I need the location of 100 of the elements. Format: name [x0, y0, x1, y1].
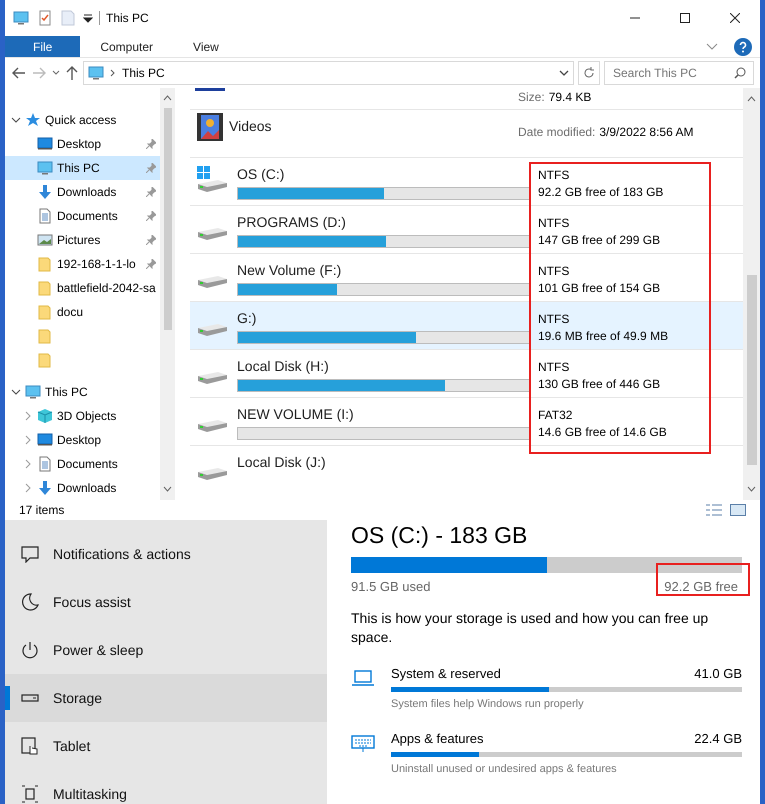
help-icon[interactable] [734, 38, 752, 56]
folder-icon [37, 304, 53, 320]
collapse-icon[interactable] [11, 387, 21, 397]
category-name[interactable]: System & reserved [391, 664, 501, 684]
free-space: 147 GB free of 299 GB [538, 232, 662, 250]
chevron-icon [110, 69, 116, 77]
large-icons-view-icon[interactable] [730, 504, 746, 516]
drive-icon [196, 371, 228, 385]
drive-icon [196, 323, 228, 337]
nav-item[interactable]: 192-168-1-1-lo [5, 252, 160, 276]
folder-icon [37, 256, 53, 272]
drive-name: NEW VOLUME (I:) [237, 405, 355, 424]
drive-name: Local Disk (H:) [237, 357, 330, 376]
refresh-button[interactable] [578, 61, 600, 85]
nav-item[interactable]: Documents [5, 452, 160, 476]
cube-icon [37, 408, 53, 424]
category-size: 22.4 GB [694, 730, 742, 748]
drive-item[interactable]: OS (C:) NTFS 92.2 GB free of 183 GB [190, 158, 743, 206]
recent-locations-icon[interactable] [51, 69, 61, 77]
search-field[interactable]: Search This PC [604, 61, 754, 85]
free-space: 19.6 MB free of 49.9 MB [538, 328, 670, 346]
picture-icon [37, 232, 53, 248]
drive-icon [196, 275, 228, 289]
nav-item[interactable]: 3D Objects [5, 404, 160, 428]
settings-nav-item[interactable]: Multitasking [5, 770, 327, 804]
settings-nav-item[interactable]: Storage [5, 674, 327, 722]
drive-item[interactable]: Local Disk (H:) NTFS 130 GB free of 446 GB [190, 350, 743, 398]
breadcrumb[interactable]: This PC [122, 64, 553, 82]
folder-icon [37, 280, 53, 296]
multitasking-icon [21, 785, 39, 803]
monitor-icon [37, 136, 53, 152]
nav-item[interactable]: This PC [5, 156, 160, 180]
up-icon[interactable] [65, 65, 79, 81]
free-space: 101 GB free of 154 GB [538, 280, 662, 298]
settings-nav-item[interactable]: Notifications & actions [5, 530, 327, 578]
nav-item[interactable]: This PC [5, 380, 160, 404]
category-size: 41.0 GB [694, 664, 742, 683]
expand-icon[interactable] [23, 483, 33, 493]
folder-icon [37, 328, 53, 344]
nav-item[interactable]: Quick access [5, 108, 160, 132]
search-icon [734, 67, 746, 79]
expand-icon[interactable] [23, 411, 33, 421]
nav-item[interactable]: docu [5, 300, 160, 324]
date-label: Date modified: [518, 125, 596, 139]
free-space: 92.2 GB free [664, 578, 738, 596]
settings-nav-item[interactable]: Focus assist [5, 578, 327, 626]
drive-item[interactable]: PROGRAMS (D:) NTFS 147 GB free of 299 GB [190, 206, 743, 254]
nav-item[interactable]: Desktop [5, 428, 160, 452]
selection-indicator [5, 686, 10, 710]
ribbon-tab[interactable]: File [5, 36, 80, 57]
expand-icon[interactable] [23, 459, 33, 469]
nav-item[interactable]: battlefield-2042-sa [5, 276, 160, 300]
nav-item[interactable]: Pictures [5, 228, 160, 252]
folder-item[interactable]: Videos Date modified: 3/9/2022 8:56 AM [190, 110, 743, 158]
settings-nav-item[interactable]: Tablet [5, 722, 327, 770]
properties-icon[interactable] [37, 10, 53, 26]
settings-nav-item[interactable]: Power & sleep [5, 626, 327, 674]
customize-dropdown-icon[interactable] [83, 13, 93, 23]
notification-icon [21, 545, 39, 563]
address-bar[interactable]: This PC [83, 61, 574, 85]
scroll-thumb[interactable] [164, 108, 172, 330]
category-name[interactable]: Apps & features [391, 728, 484, 748]
file-system: FAT32 [538, 407, 574, 424]
drive-item[interactable]: NEW VOLUME (I:) FAT32 14.6 GB free of 14.6 GB [190, 398, 743, 446]
free-space: 92.2 GB free of 183 GB [538, 184, 664, 202]
scroll-thumb[interactable] [746, 275, 756, 465]
star-icon [25, 112, 41, 128]
file-system: NTFS [538, 215, 570, 232]
used-space: 91.5 GB used [351, 578, 430, 596]
back-icon[interactable] [11, 65, 27, 81]
file-system: NTFS [538, 311, 570, 328]
size-value: 79.4 KB [548, 90, 592, 104]
folder-name: Videos [229, 117, 272, 136]
computer-icon [88, 65, 104, 81]
dropdown-icon[interactable] [559, 69, 569, 77]
expand-icon[interactable] [23, 435, 33, 445]
nav-item[interactable]: Downloads [5, 180, 160, 204]
nav-item[interactable]: Desktop [5, 132, 160, 156]
expand-ribbon-icon[interactable] [706, 42, 718, 50]
window-title: This PC [106, 10, 149, 27]
drive-item[interactable]: Local Disk (J:) [190, 446, 743, 494]
nav-item[interactable]: Documents [5, 204, 160, 228]
drive-name: New Volume (F:) [237, 261, 342, 280]
collapse-icon[interactable] [11, 115, 21, 125]
drive-icon [196, 419, 228, 433]
free-space: 130 GB free of 446 GB [538, 376, 662, 394]
folder-icon [37, 352, 53, 368]
ribbon-tab[interactable]: View [173, 36, 239, 57]
document-icon [37, 208, 53, 224]
tablet-icon [21, 737, 39, 755]
nav-item[interactable]: Downloads [5, 476, 160, 500]
monitor-icon [37, 432, 53, 448]
moon-icon [21, 593, 39, 611]
date-value: 3/9/2022 8:56 AM [599, 125, 694, 139]
ribbon-tab[interactable]: Computer [80, 36, 174, 57]
drive-name: Local Disk (J:) [237, 453, 326, 472]
laptop-icon [351, 668, 375, 688]
details-view-icon[interactable] [706, 504, 722, 516]
drive-item[interactable]: G:) NTFS 19.6 MB free of 49.9 MB [190, 302, 743, 350]
document-icon [37, 456, 53, 472]
